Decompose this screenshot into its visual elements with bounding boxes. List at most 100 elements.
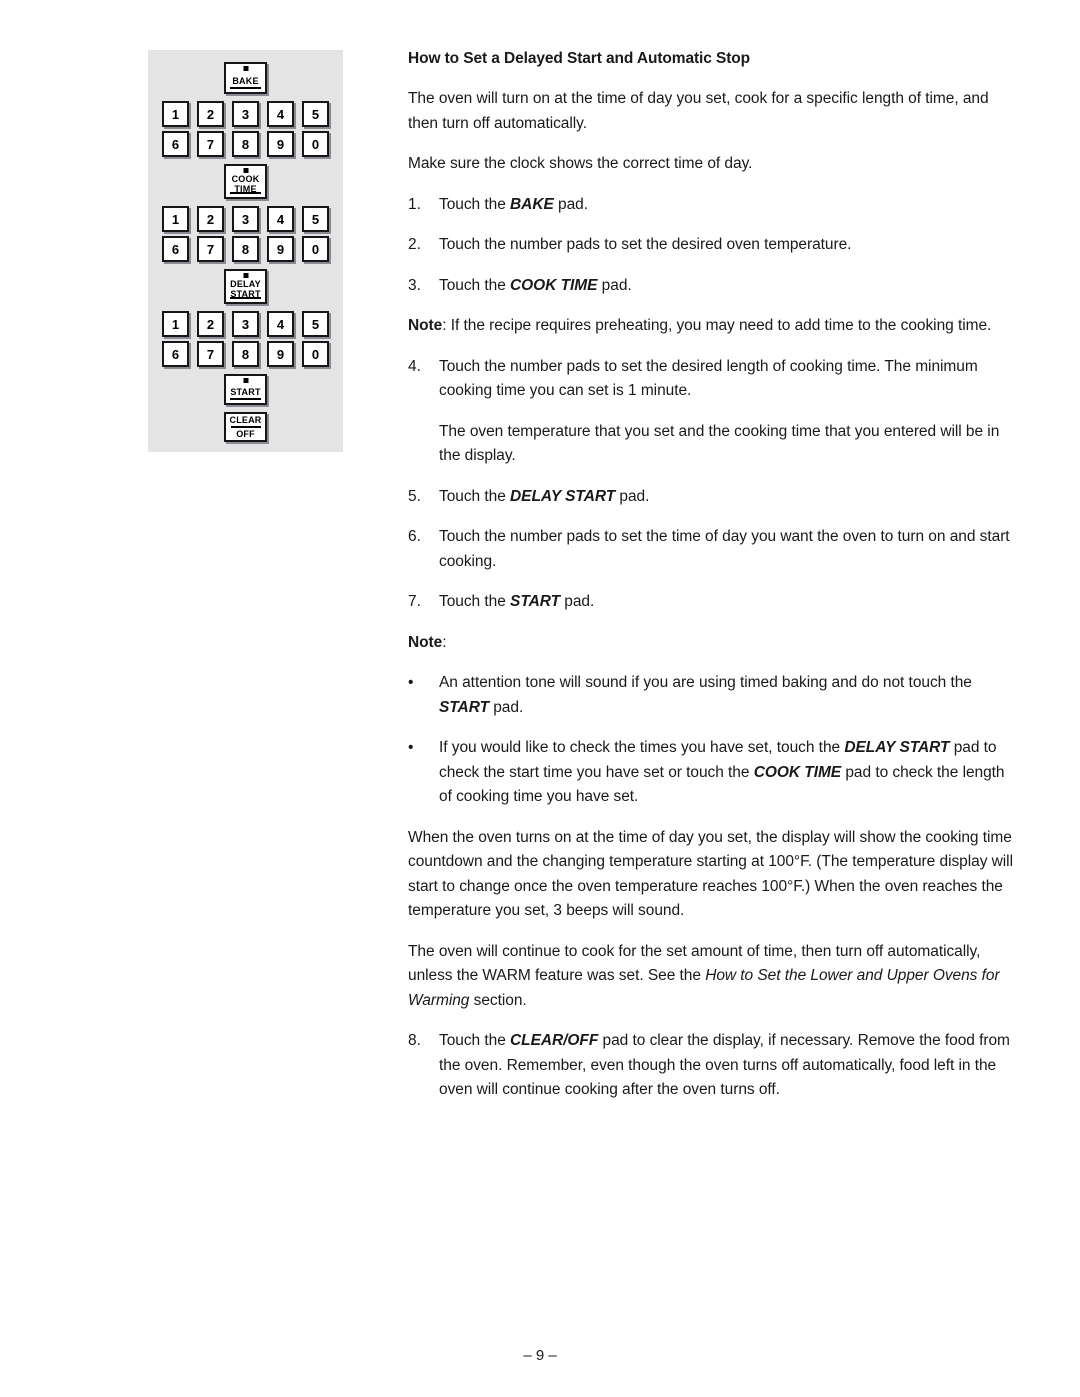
num-key-8[interactable]: 8 — [232, 236, 259, 262]
note-text: : If the recipe requires preheating, you… — [442, 317, 992, 334]
note-colon: : — [442, 633, 447, 651]
num-key-2[interactable]: 2 — [197, 101, 224, 127]
oven-keypad-diagram: Bake 1 2 3 4 5 6 7 8 9 0 Cook Time 1 2 3 — [148, 50, 343, 452]
paragraph-post: section. — [469, 991, 527, 1009]
num-key-7[interactable]: 7 — [197, 341, 224, 367]
paragraph-continue-cooking: The oven will continue to cook for the s… — [408, 940, 1020, 1014]
bullet-text: If you would like to check the times you… — [439, 736, 1020, 810]
num-key-0[interactable]: 0 — [302, 131, 329, 157]
number-row-2a: 1 2 3 4 5 — [162, 206, 329, 232]
num-key-8[interactable]: 8 — [232, 131, 259, 157]
num-key-3[interactable]: 3 — [232, 206, 259, 232]
step-text-post: pad. — [553, 195, 588, 213]
step-marker: 6. — [408, 528, 421, 545]
step-text: Touch the COOK TIME pad. — [439, 274, 1020, 299]
bullet-text-post: pad. — [488, 698, 524, 716]
start-pad-key[interactable]: Start — [224, 374, 267, 405]
clear-off-key-label-line1: Clear — [229, 415, 262, 425]
num-key-1[interactable]: 1 — [162, 206, 189, 232]
paragraph-when-oven-turns-on: When the oven turns on at the time of da… — [408, 828, 1013, 920]
number-row-1b: 6 7 8 9 0 — [162, 131, 329, 157]
step-item-4: 4. Touch the number pads to set the desi… — [408, 355, 1020, 404]
step-marker: 8. — [408, 1032, 421, 1049]
bullet-text-part1: If you would like to check the times you… — [439, 739, 845, 756]
step-text: Touch the BAKE pad. — [439, 193, 1020, 218]
step-text-post: pad. — [597, 276, 632, 294]
pad-name-cook-time: COOK TIME — [753, 763, 842, 781]
step-marker: 7. — [408, 593, 421, 610]
number-row-3a: 1 2 3 4 5 — [162, 311, 329, 337]
num-key-7[interactable]: 7 — [197, 236, 224, 262]
step-item-8: 8. Touch the CLEAR/OFF pad to clear the … — [408, 1029, 1020, 1103]
step-text: Touch the number pads to set the desired… — [439, 236, 852, 253]
num-key-1[interactable]: 1 — [162, 101, 189, 127]
clear-off-pad-key[interactable]: Clear Off — [224, 412, 267, 442]
num-key-6[interactable]: 6 — [162, 131, 189, 157]
num-key-9[interactable]: 9 — [267, 236, 294, 262]
cook-time-key-label-line1: Cook — [231, 174, 260, 184]
num-key-4[interactable]: 4 — [267, 206, 294, 232]
step-text: Touch the number pads to set the desired… — [439, 357, 978, 400]
instructions-content: How to Set a Delayed Start and Automatic… — [408, 50, 1020, 1119]
step-marker: 3. — [408, 276, 421, 294]
step-text: Touch the START pad. — [439, 590, 1020, 615]
step-marker: 2. — [408, 236, 421, 253]
start-key-label: Start — [230, 387, 261, 397]
bullet-marker-icon: • — [408, 739, 414, 756]
pad-name-start: START — [439, 698, 489, 716]
num-key-2[interactable]: 2 — [197, 311, 224, 337]
num-key-9[interactable]: 9 — [267, 341, 294, 367]
bake-pad-key[interactable]: Bake — [224, 62, 267, 94]
num-key-8[interactable]: 8 — [232, 341, 259, 367]
num-key-3[interactable]: 3 — [232, 311, 259, 337]
step-item-2: 2. Touch the number pads to set the desi… — [408, 233, 1020, 258]
num-key-4[interactable]: 4 — [267, 101, 294, 127]
note-heading: Note: — [408, 631, 1020, 656]
bake-key-label: Bake — [232, 75, 259, 86]
step-text-pre: Touch the — [439, 195, 511, 213]
number-row-2b: 6 7 8 9 0 — [162, 236, 329, 262]
num-key-4[interactable]: 4 — [267, 311, 294, 337]
pad-name-cook-time: COOK TIME — [510, 276, 598, 294]
step-item-7: 7. Touch the START pad. — [408, 590, 1020, 615]
note-bullet-1: • An attention tone will sound if you ar… — [408, 671, 1020, 720]
bullet-text: An attention tone will sound if you are … — [439, 671, 1020, 720]
pad-name-delay-start: DELAY START — [510, 487, 616, 505]
bullet-text-pre: An attention tone will sound if you are … — [439, 674, 972, 691]
num-key-6[interactable]: 6 — [162, 341, 189, 367]
key-divider — [230, 426, 261, 428]
step-item-1: 1. Touch the BAKE pad. — [408, 193, 1020, 218]
number-row-1a: 1 2 3 4 5 — [162, 101, 329, 127]
step-text-post: pad. — [615, 487, 650, 505]
num-key-7[interactable]: 7 — [197, 131, 224, 157]
indicator-dot-icon — [243, 273, 248, 278]
step-marker: 4. — [408, 357, 421, 375]
step-text-pre: Touch the — [439, 487, 511, 505]
intro-paragraph-1: The oven will turn on at the time of day… — [408, 90, 989, 132]
step-text-pre: Touch the — [439, 1032, 511, 1049]
delay-start-pad-key[interactable]: Delay Start — [224, 269, 267, 304]
num-key-5[interactable]: 5 — [302, 101, 329, 127]
indicator-dot-icon — [243, 66, 248, 71]
number-row-3b: 6 7 8 9 0 — [162, 341, 329, 367]
num-key-5[interactable]: 5 — [302, 206, 329, 232]
pad-name-bake: BAKE — [510, 195, 554, 213]
num-key-2[interactable]: 2 — [197, 206, 224, 232]
num-key-5[interactable]: 5 — [302, 311, 329, 337]
page-number: – 9 – — [523, 1347, 557, 1364]
step-marker: 5. — [408, 487, 421, 505]
indicator-dot-icon — [243, 378, 248, 383]
pad-name-start: START — [510, 593, 561, 610]
num-key-1[interactable]: 1 — [162, 311, 189, 337]
num-key-3[interactable]: 3 — [232, 101, 259, 127]
key-underline — [230, 297, 261, 299]
step-item-5: 5. Touch the DELAY START pad. — [408, 485, 1020, 510]
num-key-0[interactable]: 0 — [302, 236, 329, 262]
pad-name-delay-start: DELAY START — [844, 739, 950, 756]
cook-time-pad-key[interactable]: Cook Time — [224, 164, 267, 199]
key-underline — [230, 87, 261, 89]
step-marker: 1. — [408, 195, 421, 213]
num-key-0[interactable]: 0 — [302, 341, 329, 367]
num-key-6[interactable]: 6 — [162, 236, 189, 262]
num-key-9[interactable]: 9 — [267, 131, 294, 157]
